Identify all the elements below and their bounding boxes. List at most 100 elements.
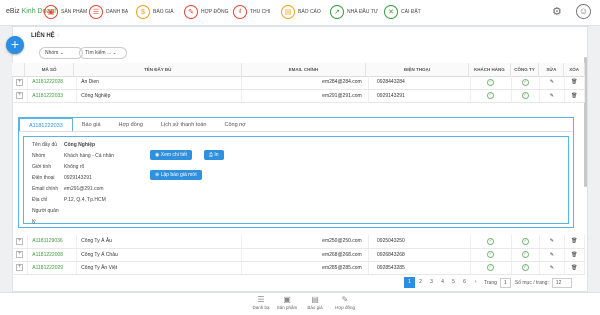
info-icon[interactable]: ◌ bbox=[57, 33, 61, 39]
contact-code[interactable]: A1181222033 bbox=[27, 89, 78, 103]
expand-toggle[interactable]: + bbox=[12, 76, 29, 90]
page-number[interactable]: 3 bbox=[426, 277, 437, 288]
column-header[interactable]: CÔNG TY bbox=[510, 63, 540, 77]
detail-tab[interactable]: Báo giá bbox=[73, 118, 110, 131]
company-cell: ✓ bbox=[511, 235, 541, 249]
table-row[interactable]: + A1181222029 Công Ty Ân Việt em285@285.com… bbox=[12, 261, 586, 275]
expand-toggle[interactable]: + bbox=[12, 89, 29, 103]
new-quote-button[interactable]: ⊕ Lập báo giá mới bbox=[150, 170, 202, 180]
field-label: Điện thoại bbox=[32, 175, 55, 181]
check-circle-icon: ✓ bbox=[487, 264, 495, 271]
edit-icon[interactable]: ✎ bbox=[539, 248, 565, 262]
company-cell: ✓ bbox=[511, 76, 541, 90]
page-input[interactable]: 1 bbox=[499, 277, 511, 288]
page-number[interactable]: 6 bbox=[459, 277, 470, 288]
column-header[interactable]: ĐIỆN THOẠI bbox=[365, 63, 470, 77]
field-label: Người quản lý bbox=[32, 208, 59, 225]
customer-cell: ✓ bbox=[470, 76, 512, 90]
detail-field: Nhóm Khách hàng - Cá nhân bbox=[32, 151, 114, 162]
column-header[interactable]: SỬA bbox=[538, 63, 565, 77]
footer-item[interactable]: ▣ Sản phẩm bbox=[272, 295, 302, 310]
trash-icon[interactable]: 🗑 bbox=[564, 89, 586, 103]
expand-toggle[interactable]: + bbox=[12, 248, 29, 262]
field-value: 0929143291 bbox=[64, 175, 92, 181]
money-icon: ₫ bbox=[233, 5, 247, 19]
page-number[interactable]: 4 bbox=[437, 277, 448, 288]
nav-label: CÀI ĐẶT bbox=[401, 9, 421, 15]
table-row[interactable]: + A1181129036 Công Ty Á Âu em250@250.com 092… bbox=[12, 235, 586, 249]
contact-name: An Dien bbox=[76, 76, 243, 90]
footer-item[interactable]: ✎ Hợp đồng bbox=[330, 295, 360, 310]
detail-field: Người quản lý bbox=[32, 206, 114, 228]
contacts-table: MÃ SỐ TÊN ĐẦY ĐỦ EMAIL CHÍNH ĐIỆN THOẠI KHÁC… bbox=[12, 63, 585, 77]
trash-icon[interactable]: 🗑 bbox=[564, 261, 586, 275]
page-number[interactable]: 2 bbox=[415, 277, 426, 288]
edit-icon[interactable]: ✎ bbox=[539, 261, 565, 275]
table-row[interactable]: + A1181222028 An Dien em284@284.com 09284432… bbox=[12, 76, 586, 90]
contact-code[interactable]: A1181222008 bbox=[27, 248, 78, 262]
contact-code[interactable]: A1181222028 bbox=[27, 76, 78, 90]
detail-tab[interactable]: Hợp đồng bbox=[110, 118, 152, 131]
quote-icon: ▤ bbox=[311, 295, 319, 304]
group-filter[interactable]: Nhóm ⌄ bbox=[39, 47, 83, 59]
page-number[interactable]: 5 bbox=[448, 277, 459, 288]
detail-tab[interactable]: A1181222033 bbox=[19, 118, 73, 131]
detail-tab[interactable]: Lịch sử thanh toán bbox=[152, 118, 216, 131]
column-header[interactable]: TÊN ĐẦY ĐỦ bbox=[73, 63, 242, 77]
footer-item[interactable]: ▤ Báo giá bbox=[300, 295, 330, 310]
user-avatar-icon[interactable]: ☺ bbox=[576, 4, 591, 19]
expand-toggle[interactable]: + bbox=[12, 261, 29, 275]
field-value: P.12, Q.4, Tp.HCM bbox=[64, 197, 106, 203]
contact-name: Công Ty Á Âu bbox=[76, 235, 243, 249]
contract-icon: ✎ bbox=[341, 295, 349, 304]
trash-icon[interactable]: 🗑 bbox=[564, 248, 586, 262]
edit-icon[interactable]: ✎ bbox=[539, 235, 565, 249]
contact-name: Công Ty Ân Việt bbox=[76, 261, 243, 275]
detail-card: Tên đầy đủ Công Nghiệp Nhóm Khách hàng - Cá… bbox=[23, 136, 569, 225]
print-button[interactable]: ⎙ In bbox=[204, 150, 224, 160]
check-circle-icon: ✓ bbox=[521, 78, 529, 86]
per-page-select[interactable]: 12 bbox=[551, 277, 572, 288]
customer-cell: ✓ bbox=[470, 235, 512, 249]
expand-toggle[interactable]: + bbox=[12, 235, 29, 249]
page-number[interactable]: 1 bbox=[404, 277, 415, 288]
trash-icon[interactable]: 🗑 bbox=[564, 76, 586, 90]
nav-item-5[interactable]: ▤ BÁO CÁO bbox=[281, 5, 321, 19]
edit-icon[interactable]: ✎ bbox=[539, 76, 565, 90]
check-circle-icon: ✓ bbox=[487, 92, 495, 99]
nav-label: BÁO GIÁ bbox=[153, 9, 174, 15]
nav-label: HỢP ĐỒNG bbox=[201, 9, 229, 15]
contact-email: em291@291.com bbox=[241, 89, 370, 103]
column-header[interactable]: XÓA bbox=[563, 63, 585, 77]
table-row[interactable]: + A1181222008 Công Ty Á Châu em268@268.com 0… bbox=[12, 248, 586, 262]
quote-icon: $ bbox=[136, 5, 150, 19]
nav-item-2[interactable]: $ BÁO GIÁ bbox=[136, 5, 174, 19]
contact-code[interactable]: A1181129036 bbox=[27, 235, 78, 249]
customer-cell: ✓ bbox=[470, 248, 512, 262]
column-header[interactable]: KHÁCH HÀNG bbox=[468, 63, 511, 77]
nav-item-6[interactable]: ↗ NHÀ ĐẦU TƯ bbox=[330, 5, 378, 19]
contact-code[interactable]: A1181222029 bbox=[27, 261, 78, 275]
next-page-icon[interactable]: › bbox=[470, 277, 481, 288]
nav-item-0[interactable]: ▣ SẢN PHẨM bbox=[44, 5, 87, 19]
add-contact-button[interactable]: + bbox=[6, 36, 24, 54]
nav-item-7[interactable]: ✕ CÀI ĐẶT bbox=[384, 5, 421, 19]
gear-icon[interactable]: ⚙ bbox=[552, 6, 564, 18]
check-circle-icon: ✓ bbox=[487, 78, 495, 86]
view-detail-button[interactable]: ◉ Xem chi tiết bbox=[150, 150, 192, 160]
check-circle-icon: ✓ bbox=[487, 251, 495, 258]
nav-item-3[interactable]: ✎ HỢP ĐỒNG bbox=[184, 5, 229, 19]
detail-field: Email chính em291@291.com bbox=[32, 184, 114, 195]
customer-cell: ✓ bbox=[470, 89, 512, 103]
table-row[interactable]: + A1181222033 Công Nghiệp em291@291.com 0929… bbox=[12, 89, 586, 103]
trash-icon[interactable]: 🗑 bbox=[564, 235, 586, 249]
check-circle-icon: ✓ bbox=[487, 237, 495, 245]
search-input[interactable]: Tìm kiếm ... ⌄ bbox=[79, 47, 127, 59]
nav-item-1[interactable]: ☰ DANH BẠ bbox=[89, 5, 128, 19]
nav-item-4[interactable]: ₫ THU CHI bbox=[233, 5, 270, 19]
edit-icon[interactable]: ✎ bbox=[539, 89, 565, 103]
detail-tab[interactable]: Công nợ bbox=[216, 118, 255, 131]
column-header[interactable]: EMAIL CHÍNH bbox=[241, 63, 366, 77]
column-header[interactable]: MÃ SỐ bbox=[24, 63, 75, 77]
chevron-down-icon: ⌄ bbox=[112, 50, 117, 56]
